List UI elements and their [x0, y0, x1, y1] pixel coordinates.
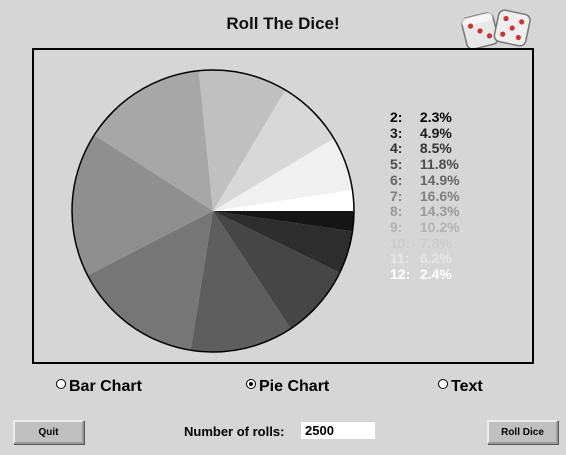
legend-item-6: 6: 14.9% — [390, 171, 460, 189]
dice-icon — [461, 9, 531, 50]
legend-value: 11.8% — [416, 156, 459, 173]
legend-value: 14.3% — [416, 203, 460, 220]
legend-value: 7.8% — [416, 234, 452, 251]
legend-item-12: 12: 2.4% — [390, 266, 460, 283]
legend-item-10: 10: 7.8% — [390, 234, 460, 252]
pie-chart-radio-label: Pie Chart — [259, 378, 330, 395]
bar-chart-radio[interactable]: Bar Chart — [56, 378, 142, 396]
legend-value: 16.6% — [416, 187, 460, 204]
rolls-label: Number of rolls: — [184, 424, 285, 439]
legend-item-2: 2: 2.3% — [390, 109, 460, 126]
legend-item-7: 7: 16.6% — [390, 187, 460, 205]
bar-chart-radio-dot[interactable] — [56, 379, 66, 389]
rolls-input[interactable] — [301, 422, 375, 439]
pie-chart-radio-dot[interactable] — [246, 379, 256, 389]
legend-key: 2: — [390, 109, 403, 125]
legend-value: 8.5% — [416, 140, 452, 157]
chart-panel: 2: 2.3% 3: 4.9% 4: 8.5% 5: 11.8% 6: 14.9% 7: … — [32, 48, 534, 364]
legend-key: 9: — [390, 218, 403, 235]
quit-button[interactable]: Quit — [13, 420, 84, 444]
legend-value: 4.9% — [416, 124, 452, 141]
legend-item-5: 5: 11.8% — [390, 156, 460, 173]
legend-key: 8: — [390, 203, 403, 220]
legend-item-8: 8: 14.3% — [390, 203, 460, 220]
bar-chart-radio-label: Bar Chart — [69, 378, 142, 395]
legend-value: 6.2% — [416, 250, 452, 267]
roll-dice-button[interactable]: Roll Dice — [487, 420, 558, 444]
legend-key: 3: — [390, 124, 403, 141]
legend-key: 10: — [390, 234, 411, 251]
chart-legend: 2: 2.3% 3: 4.9% 4: 8.5% 5: 11.8% 6: 14.9% 7: … — [390, 109, 460, 283]
legend-value: 14.9% — [416, 171, 460, 188]
pie-chart-radio[interactable]: Pie Chart — [246, 378, 329, 396]
legend-item-9: 9: 10.2% — [390, 218, 460, 236]
legend-key: 12: — [390, 266, 411, 283]
legend-item-3: 3: 4.9% — [390, 124, 460, 142]
legend-key: 6: — [390, 171, 403, 188]
legend-value: 2.3% — [416, 109, 452, 125]
legend-key: 5: — [390, 156, 403, 173]
legend-value: 10.2% — [416, 218, 460, 235]
text-radio[interactable]: Text — [438, 378, 483, 396]
text-radio-dot[interactable] — [438, 379, 448, 389]
legend-value: 2.4% — [416, 266, 452, 283]
legend-key: 11: — [390, 250, 410, 267]
legend-key: 7: — [390, 187, 403, 204]
legend-key: 4: — [390, 140, 403, 157]
legend-item-11: 11: 6.2% — [390, 250, 460, 267]
text-radio-label: Text — [451, 378, 483, 395]
legend-item-4: 4: 8.5% — [390, 141, 460, 157]
